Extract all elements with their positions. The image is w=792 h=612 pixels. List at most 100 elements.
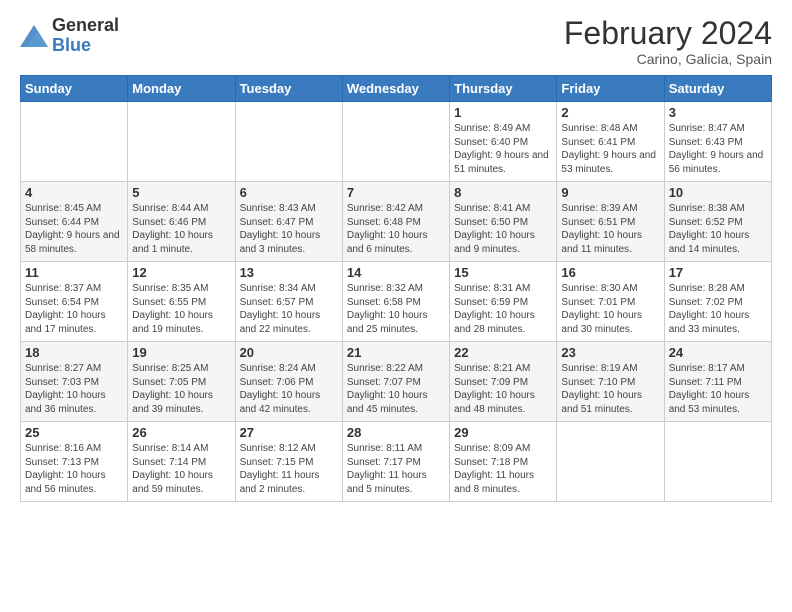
- day-info: Sunrise: 8:47 AM Sunset: 6:43 PM Dayligh…: [669, 122, 767, 176]
- day-number: 13: [240, 265, 338, 280]
- calendar-cell: 13 Sunrise: 8:34 AM Sunset: 6:57 PM Dayli…: [235, 262, 342, 342]
- calendar-week-3: 18 Sunrise: 8:27 AM Sunset: 7:03 PM Dayli…: [21, 342, 772, 422]
- day-info: Sunrise: 8:49 AM Sunset: 6:40 PM Dayligh…: [454, 122, 552, 176]
- day-number: 9: [561, 185, 659, 200]
- day-number: 10: [669, 185, 767, 200]
- calendar-cell: [342, 102, 449, 182]
- day-number: 11: [25, 265, 123, 280]
- calendar-body: 1 Sunrise: 8:49 AM Sunset: 6:40 PM Daylig…: [21, 102, 772, 502]
- day-number: 16: [561, 265, 659, 280]
- calendar-cell: 18 Sunrise: 8:27 AM Sunset: 7:03 PM Dayli…: [21, 342, 128, 422]
- title-area: February 2024 Carino, Galicia, Spain: [564, 16, 772, 67]
- day-number: 24: [669, 345, 767, 360]
- day-number: 21: [347, 345, 445, 360]
- day-number: 22: [454, 345, 552, 360]
- day-info: Sunrise: 8:16 AM Sunset: 7:13 PM Dayligh…: [25, 442, 123, 496]
- col-tuesday: Tuesday: [235, 76, 342, 102]
- calendar-cell: 19 Sunrise: 8:25 AM Sunset: 7:05 PM Dayli…: [128, 342, 235, 422]
- day-number: 4: [25, 185, 123, 200]
- calendar-cell: 4Sunrise: 8:45 AM Sunset: 6:44 PM Daylig…: [21, 182, 128, 262]
- calendar-cell: 3 Sunrise: 8:47 AM Sunset: 6:43 PM Daylig…: [664, 102, 771, 182]
- day-number: 12: [132, 265, 230, 280]
- day-number: 29: [454, 425, 552, 440]
- calendar-cell: 15 Sunrise: 8:31 AM Sunset: 6:59 PM Dayli…: [450, 262, 557, 342]
- day-number: 26: [132, 425, 230, 440]
- calendar-cell: 27 Sunrise: 8:12 AM Sunset: 7:15 PM Dayli…: [235, 422, 342, 502]
- day-info: Sunrise: 8:30 AM Sunset: 7:01 PM Dayligh…: [561, 282, 659, 336]
- calendar-cell: 22 Sunrise: 8:21 AM Sunset: 7:09 PM Dayli…: [450, 342, 557, 422]
- calendar-week-1: 4Sunrise: 8:45 AM Sunset: 6:44 PM Daylig…: [21, 182, 772, 262]
- calendar-cell: 2 Sunrise: 8:48 AM Sunset: 6:41 PM Daylig…: [557, 102, 664, 182]
- col-wednesday: Wednesday: [342, 76, 449, 102]
- logo: General Blue: [20, 16, 119, 56]
- calendar-cell: [235, 102, 342, 182]
- calendar-cell: 26Sunrise: 8:14 AM Sunset: 7:14 PM Dayli…: [128, 422, 235, 502]
- day-info: Sunrise: 8:41 AM Sunset: 6:50 PM Dayligh…: [454, 202, 552, 256]
- day-number: 17: [669, 265, 767, 280]
- calendar-cell: 8 Sunrise: 8:41 AM Sunset: 6:50 PM Daylig…: [450, 182, 557, 262]
- day-info: Sunrise: 8:44 AM Sunset: 6:46 PM Dayligh…: [132, 202, 230, 256]
- day-number: 3: [669, 105, 767, 120]
- month-title: February 2024: [564, 16, 772, 51]
- calendar-cell: 10 Sunrise: 8:38 AM Sunset: 6:52 PM Dayli…: [664, 182, 771, 262]
- calendar-cell: 12 Sunrise: 8:35 AM Sunset: 6:55 PM Dayli…: [128, 262, 235, 342]
- day-number: 1: [454, 105, 552, 120]
- day-info: Sunrise: 8:21 AM Sunset: 7:09 PM Dayligh…: [454, 362, 552, 416]
- col-saturday: Saturday: [664, 76, 771, 102]
- col-friday: Friday: [557, 76, 664, 102]
- calendar-week-2: 11 Sunrise: 8:37 AM Sunset: 6:54 PM Dayli…: [21, 262, 772, 342]
- top-area: General Blue February 2024 Carino, Galic…: [20, 16, 772, 67]
- calendar-cell: 5 Sunrise: 8:44 AM Sunset: 6:46 PM Daylig…: [128, 182, 235, 262]
- day-info: Sunrise: 8:48 AM Sunset: 6:41 PM Dayligh…: [561, 122, 659, 176]
- day-info: Sunrise: 8:42 AM Sunset: 6:48 PM Dayligh…: [347, 202, 445, 256]
- page: General Blue February 2024 Carino, Galic…: [0, 0, 792, 612]
- calendar-cell: 29 Sunrise: 8:09 AM Sunset: 7:18 PM Dayli…: [450, 422, 557, 502]
- day-info: Sunrise: 8:38 AM Sunset: 6:52 PM Dayligh…: [669, 202, 767, 256]
- calendar-cell: 1 Sunrise: 8:49 AM Sunset: 6:40 PM Daylig…: [450, 102, 557, 182]
- day-info: Sunrise: 8:37 AM Sunset: 6:54 PM Dayligh…: [25, 282, 123, 336]
- calendar-cell: 17 Sunrise: 8:28 AM Sunset: 7:02 PM Dayli…: [664, 262, 771, 342]
- calendar-cell: 14Sunrise: 8:32 AM Sunset: 6:58 PM Dayli…: [342, 262, 449, 342]
- calendar-cell: 20 Sunrise: 8:24 AM Sunset: 7:06 PM Dayli…: [235, 342, 342, 422]
- day-info: Sunrise: 8:28 AM Sunset: 7:02 PM Dayligh…: [669, 282, 767, 336]
- day-info: Sunrise: 8:12 AM Sunset: 7:15 PM Dayligh…: [240, 442, 338, 496]
- header-row: Sunday Monday Tuesday Wednesday Thursday…: [21, 76, 772, 102]
- day-number: 15: [454, 265, 552, 280]
- logo-general: General: [52, 15, 119, 35]
- day-info: Sunrise: 8:24 AM Sunset: 7:06 PM Dayligh…: [240, 362, 338, 416]
- location: Carino, Galicia, Spain: [564, 51, 772, 67]
- day-info: Sunrise: 8:11 AM Sunset: 7:17 PM Dayligh…: [347, 442, 445, 496]
- day-number: 20: [240, 345, 338, 360]
- day-info: Sunrise: 8:31 AM Sunset: 6:59 PM Dayligh…: [454, 282, 552, 336]
- day-info: Sunrise: 8:32 AM Sunset: 6:58 PM Dayligh…: [347, 282, 445, 336]
- col-thursday: Thursday: [450, 76, 557, 102]
- calendar-cell: [664, 422, 771, 502]
- day-info: Sunrise: 8:25 AM Sunset: 7:05 PM Dayligh…: [132, 362, 230, 416]
- day-number: 7: [347, 185, 445, 200]
- day-info: Sunrise: 8:35 AM Sunset: 6:55 PM Dayligh…: [132, 282, 230, 336]
- calendar-cell: 9Sunrise: 8:39 AM Sunset: 6:51 PM Daylig…: [557, 182, 664, 262]
- calendar-cell: 24 Sunrise: 8:17 AM Sunset: 7:11 PM Dayli…: [664, 342, 771, 422]
- day-info: Sunrise: 8:34 AM Sunset: 6:57 PM Dayligh…: [240, 282, 338, 336]
- day-info: Sunrise: 8:27 AM Sunset: 7:03 PM Dayligh…: [25, 362, 123, 416]
- calendar-table: Sunday Monday Tuesday Wednesday Thursday…: [20, 75, 772, 502]
- calendar-cell: 23Sunrise: 8:19 AM Sunset: 7:10 PM Dayli…: [557, 342, 664, 422]
- logo-icon: [20, 25, 48, 47]
- day-info: Sunrise: 8:17 AM Sunset: 7:11 PM Dayligh…: [669, 362, 767, 416]
- calendar-cell: 28Sunrise: 8:11 AM Sunset: 7:17 PM Dayli…: [342, 422, 449, 502]
- day-info: Sunrise: 8:22 AM Sunset: 7:07 PM Dayligh…: [347, 362, 445, 416]
- day-number: 8: [454, 185, 552, 200]
- day-number: 27: [240, 425, 338, 440]
- calendar-cell: 25 Sunrise: 8:16 AM Sunset: 7:13 PM Dayli…: [21, 422, 128, 502]
- calendar-week-4: 25 Sunrise: 8:16 AM Sunset: 7:13 PM Dayli…: [21, 422, 772, 502]
- day-number: 18: [25, 345, 123, 360]
- day-number: 25: [25, 425, 123, 440]
- day-number: 19: [132, 345, 230, 360]
- calendar-cell: 11 Sunrise: 8:37 AM Sunset: 6:54 PM Dayli…: [21, 262, 128, 342]
- calendar-cell: 21 Sunrise: 8:22 AM Sunset: 7:07 PM Dayli…: [342, 342, 449, 422]
- day-info: Sunrise: 8:09 AM Sunset: 7:18 PM Dayligh…: [454, 442, 552, 496]
- day-number: 2: [561, 105, 659, 120]
- day-number: 5: [132, 185, 230, 200]
- day-info: Sunrise: 8:43 AM Sunset: 6:47 PM Dayligh…: [240, 202, 338, 256]
- logo-blue: Blue: [52, 35, 91, 55]
